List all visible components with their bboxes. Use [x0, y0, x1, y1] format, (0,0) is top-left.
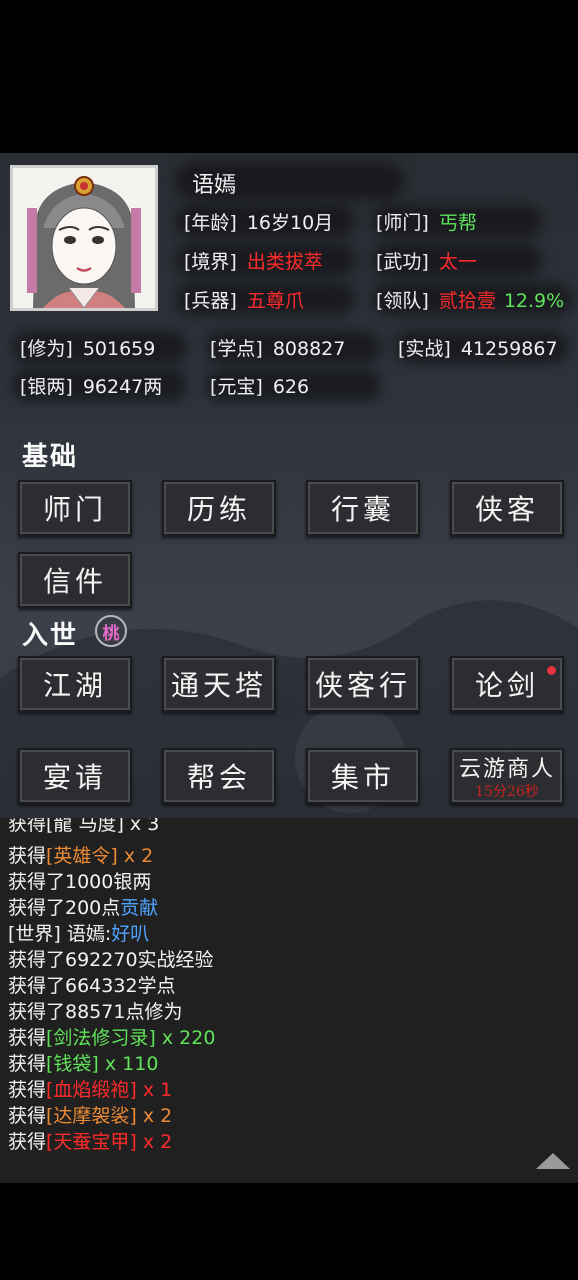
section-world-title: 入世	[22, 621, 79, 651]
item-link[interactable]: [剑法修习录]	[46, 1027, 156, 1049]
yuanbao-value: 626	[272, 376, 310, 398]
section-basic-title: 基础	[22, 442, 79, 472]
tower-button[interactable]: 通天塔	[162, 656, 276, 712]
log-line: 获得[龍 马度] x 3	[8, 818, 160, 835]
martial-label: [武功]	[376, 251, 429, 273]
leader-field: [领队] 贰拾壹 12.9%	[376, 286, 564, 313]
log-line: 获得[钱袋] x 110	[8, 1053, 159, 1075]
log-line: [世界] 语嫣:好叭	[8, 923, 150, 945]
sect-field: [师门] 丐帮	[376, 208, 477, 235]
weapon-label: [兵器]	[184, 290, 237, 312]
weapon-field: [兵器] 五尊爪	[184, 286, 304, 313]
merchant-button[interactable]: 云游商人 15分26秒	[450, 748, 564, 804]
log-line: 获得了200点贡献	[8, 897, 159, 919]
guild-button[interactable]: 帮会	[162, 748, 276, 804]
realm-field: [境界] 出类拔萃	[184, 247, 323, 274]
character-portrait[interactable]	[10, 165, 158, 311]
silver-field: [银两] 96247两	[20, 372, 162, 399]
hero-journey-button[interactable]: 侠客行	[306, 656, 420, 712]
sect-label: [师门]	[376, 212, 429, 234]
bag-button[interactable]: 行囊	[306, 480, 420, 536]
log-line: 获得了664332学点	[8, 975, 176, 997]
combat-value: 41259867	[460, 338, 558, 360]
portrait-icon	[13, 168, 155, 308]
mail-button[interactable]: 信件	[18, 552, 132, 608]
character-name: 语嫣	[192, 173, 237, 198]
item-link[interactable]: [达摩袈裟]	[46, 1105, 137, 1127]
silver-value: 96247两	[82, 376, 163, 398]
combat-field: [实战] 41259867	[398, 334, 558, 361]
log-line: 获得了88571点修为	[8, 1001, 183, 1023]
sect-value[interactable]: 丐帮	[439, 212, 477, 234]
merchant-label: 云游商人	[458, 757, 555, 782]
log-line: 获得[英雄令] x 2	[8, 845, 154, 867]
study-label: [学点]	[210, 338, 263, 360]
item-link[interactable]: [血焰缎袍]	[46, 1079, 137, 1101]
item-link[interactable]: [钱袋]	[46, 1053, 99, 1075]
realm-value: 出类拔萃	[246, 251, 323, 273]
leader-percent: 12.9%	[503, 290, 565, 312]
merchant-timer: 15分26秒	[475, 784, 539, 800]
cultivation-label: [修为]	[20, 338, 73, 360]
message-log[interactable]: 获得[龍 马度] x 3 获得[英雄令] x 2 获得了1000银两 获得了20…	[0, 818, 578, 1183]
scroll-up-icon[interactable]	[536, 1153, 570, 1169]
log-line: 获得[血焰缎袍] x 1	[8, 1079, 173, 1101]
hero-button[interactable]: 侠客	[450, 480, 564, 536]
age-label: [年龄]	[184, 212, 237, 234]
age-value: 16岁10月	[246, 212, 334, 234]
master-button[interactable]: 师门	[18, 480, 132, 536]
silver-label: [银两]	[20, 376, 73, 398]
yuanbao-label: [元宝]	[210, 376, 263, 398]
log-line: 获得了1000银两	[8, 871, 152, 893]
combat-label: [实战]	[398, 338, 451, 360]
martial-field: [武功] 太一	[376, 247, 477, 274]
yuanbao-field: [元宝] 626	[210, 372, 309, 399]
character-panel: 语嫣 [年龄] 16岁10月 [师门] 丐帮 [境界] 出类拔萃 [武功] 太一 [兵器…	[0, 153, 578, 818]
martial-value[interactable]: 太一	[439, 251, 477, 273]
realm-label: [境界]	[184, 251, 237, 273]
market-button[interactable]: 集市	[306, 748, 420, 804]
study-field: [学点] 808827	[210, 334, 345, 361]
item-link[interactable]: [英雄令]	[46, 845, 118, 867]
log-line: 获得了692270实战经验	[8, 949, 214, 971]
age-field: [年龄] 16岁10月	[184, 208, 333, 235]
training-button[interactable]: 历练	[162, 480, 276, 536]
log-line: 获得[天蚕宝甲] x 2	[8, 1131, 173, 1153]
peach-badge-icon[interactable]: 桃	[95, 615, 127, 647]
leader-value[interactable]: 贰拾壹	[439, 290, 496, 312]
banquet-button[interactable]: 宴请	[18, 748, 132, 804]
jianghu-button[interactable]: 江湖	[18, 656, 132, 712]
sword-talk-button[interactable]: 论剑	[450, 656, 564, 712]
log-line: 获得[达摩袈裟] x 2	[8, 1105, 173, 1127]
study-value: 808827	[272, 338, 346, 360]
cultivation-value: 501659	[82, 338, 156, 360]
weapon-value[interactable]: 五尊爪	[247, 290, 304, 312]
cultivation-field: [修为] 501659	[20, 334, 155, 361]
sword-talk-label: 论剑	[474, 669, 539, 702]
log-line: 获得[剑法修习录] x 220	[8, 1027, 216, 1049]
notification-dot-icon	[547, 666, 556, 675]
leader-label: [领队]	[376, 290, 429, 312]
item-link[interactable]: [天蚕宝甲]	[46, 1131, 137, 1153]
